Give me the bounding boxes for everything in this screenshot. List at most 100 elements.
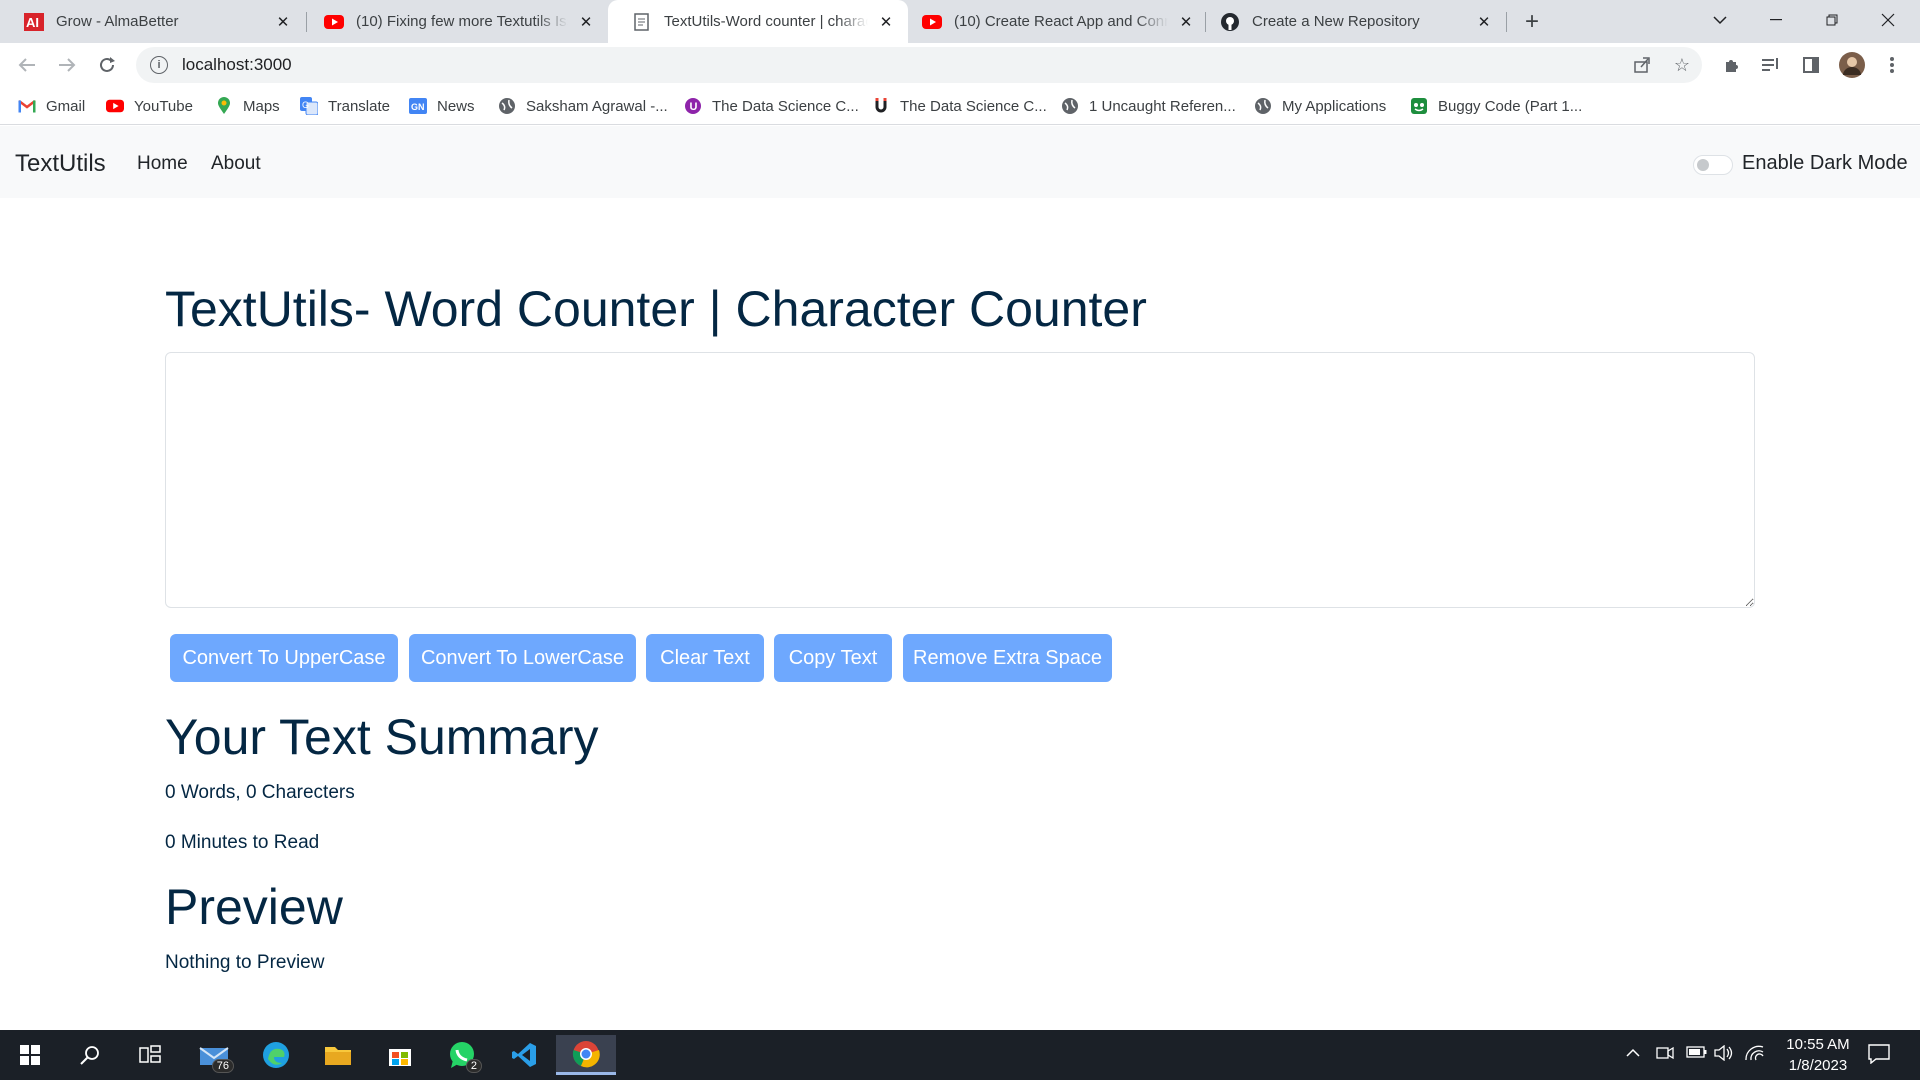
remove-extra-space-button[interactable]: Remove Extra Space (903, 634, 1112, 682)
file-explorer-icon[interactable] (312, 1035, 364, 1075)
tab-separator (1506, 12, 1507, 32)
translate-icon: G (300, 97, 318, 115)
bookmark-maps[interactable]: Maps (215, 95, 280, 117)
almabetter-icon: AI (24, 12, 44, 32)
bookmark-label: Translate (328, 97, 390, 115)
share-icon[interactable] (1628, 51, 1656, 79)
bookmark-data-science-2[interactable]: The Data Science C... (872, 95, 1047, 117)
reload-icon[interactable] (93, 51, 121, 79)
clear-text-button[interactable]: Clear Text (646, 634, 764, 682)
volume-icon[interactable] (1714, 1044, 1734, 1065)
store-icon[interactable] (374, 1035, 426, 1075)
nav-about-link[interactable]: About (211, 153, 261, 175)
globe-icon (1061, 97, 1079, 115)
close-tab-icon[interactable]: ✕ (576, 12, 596, 32)
bookmark-news[interactable]: GN News (409, 95, 475, 117)
close-window-icon[interactable] (1860, 0, 1916, 40)
svg-text:GN: GN (411, 102, 425, 112)
bookmark-my-applications[interactable]: My Applications (1254, 95, 1386, 117)
bookmark-label: YouTube (134, 97, 193, 115)
bookmark-label: Buggy Code (Part 1... (1438, 97, 1583, 115)
svg-text:AI: AI (26, 15, 39, 30)
gmail-icon (18, 97, 36, 115)
back-icon[interactable] (13, 51, 41, 79)
whatsapp-icon[interactable]: 2 (436, 1035, 488, 1075)
read-time: 0 Minutes to Read (165, 832, 320, 853)
forward-icon[interactable] (53, 51, 81, 79)
bookmark-youtube[interactable]: YouTube (106, 95, 193, 117)
url-text: localhost:3000 (182, 55, 292, 74)
page-icon (632, 12, 652, 32)
extensions-icon[interactable] (1718, 51, 1746, 79)
tab-search-icon[interactable] (1692, 0, 1748, 40)
close-tab-icon[interactable]: ✕ (876, 12, 896, 32)
browser-tab-4[interactable]: (10) Create React App and Connect ✕ (898, 0, 1208, 43)
bookmark-label: The Data Science C... (900, 97, 1047, 115)
bookmark-star-icon[interactable]: ☆ (1668, 51, 1696, 79)
mail-icon[interactable]: 76 (188, 1035, 240, 1075)
dark-mode-label[interactable]: Enable Dark Mode (1742, 152, 1908, 175)
menu-kebab-icon[interactable] (1878, 51, 1906, 79)
text-input-area[interactable] (165, 352, 1755, 608)
meet-now-icon[interactable] (1656, 1045, 1674, 1065)
bookmark-gmail[interactable]: Gmail (18, 95, 85, 117)
edge-icon[interactable] (250, 1035, 302, 1075)
browser-tab-3-active[interactable]: TextUtils-Word counter | character count… (608, 0, 908, 43)
purple-icon: U (684, 97, 702, 115)
vscode-icon[interactable] (498, 1035, 550, 1075)
bookmark-saksham[interactable]: Saksham Agrawal -... (498, 95, 668, 117)
windows-start-icon[interactable] (4, 1035, 56, 1075)
task-view-icon[interactable] (124, 1035, 176, 1075)
browser-tab-2[interactable]: (10) Fixing few more Textutils Issues ✕ (300, 0, 608, 43)
close-tab-icon[interactable]: ✕ (1176, 12, 1196, 32)
navbar-brand[interactable]: TextUtils (15, 150, 106, 178)
browser-tab-1[interactable]: AI Grow - AlmaBetter ✕ (0, 0, 305, 43)
bookmark-uncaught-reference[interactable]: 1 Uncaught Referen... (1061, 95, 1236, 117)
chrome-icon[interactable] (556, 1035, 616, 1075)
wifi-icon[interactable] (1744, 1045, 1764, 1065)
new-tab-icon[interactable]: + (1518, 8, 1546, 36)
dark-mode-toggle[interactable] (1693, 155, 1733, 175)
clock-time: 10:55 AM (1786, 1036, 1850, 1053)
address-bar[interactable]: i localhost:3000 (136, 47, 1702, 83)
battery-icon[interactable] (1686, 1045, 1708, 1063)
github-icon (1220, 12, 1240, 32)
tab-title: (10) Create React App and Connect (954, 13, 1168, 30)
restore-icon[interactable] (1804, 0, 1860, 40)
bookmark-data-science-1[interactable]: U The Data Science C... (684, 95, 859, 117)
avatar[interactable] (1838, 51, 1866, 79)
bookmarks-bar: Gmail YouTube Maps G Translate GN News S… (0, 87, 1920, 125)
copy-text-button[interactable]: Copy Text (774, 634, 892, 682)
search-icon[interactable] (64, 1035, 116, 1075)
system-clock[interactable]: 10:55 AM 1/8/2023 (1763, 1034, 1873, 1076)
news-icon: GN (409, 97, 427, 115)
svg-text:U: U (690, 101, 698, 113)
tab-title: TextUtils-Word counter | character count… (664, 13, 868, 30)
tab-title: (10) Fixing few more Textutils Issues (356, 13, 568, 30)
minimize-icon[interactable] (1748, 0, 1804, 40)
close-tab-icon[interactable]: ✕ (1474, 12, 1494, 32)
windows-taskbar: 76 2 10:55 AM 1/8/2023 (0, 1030, 1920, 1080)
convert-lowercase-button[interactable]: Convert To LowerCase (409, 634, 636, 682)
youtube-icon (106, 97, 124, 115)
bookmark-buggy-code[interactable]: Buggy Code (Part 1... (1410, 95, 1582, 117)
app-navbar: TextUtils Home About Enable Dark Mode (0, 126, 1920, 198)
nav-home-link[interactable]: Home (137, 153, 188, 175)
bookmark-label: News (437, 97, 475, 115)
browser-toolbar: i localhost:3000 ☆ (0, 43, 1920, 87)
browser-tab-5[interactable]: Create a New Repository ✕ (1196, 0, 1506, 43)
convert-uppercase-button[interactable]: Convert To UpperCase (170, 634, 398, 682)
whatsapp-badge: 2 (465, 1059, 482, 1073)
bookmark-translate[interactable]: G Translate (300, 95, 390, 117)
preview-heading: Preview (165, 879, 343, 935)
summary-heading: Your Text Summary (165, 709, 599, 765)
mail-badge: 76 (211, 1059, 234, 1073)
site-info-icon[interactable]: i (150, 56, 168, 74)
notification-icon[interactable] (1868, 1044, 1890, 1068)
close-tab-icon[interactable]: ✕ (273, 12, 293, 32)
green-icon (1410, 97, 1428, 115)
bookmark-label: Maps (243, 97, 280, 115)
tray-chevron-icon[interactable] (1626, 1045, 1640, 1062)
side-panel-icon[interactable] (1797, 51, 1825, 79)
reading-list-icon[interactable] (1757, 51, 1785, 79)
